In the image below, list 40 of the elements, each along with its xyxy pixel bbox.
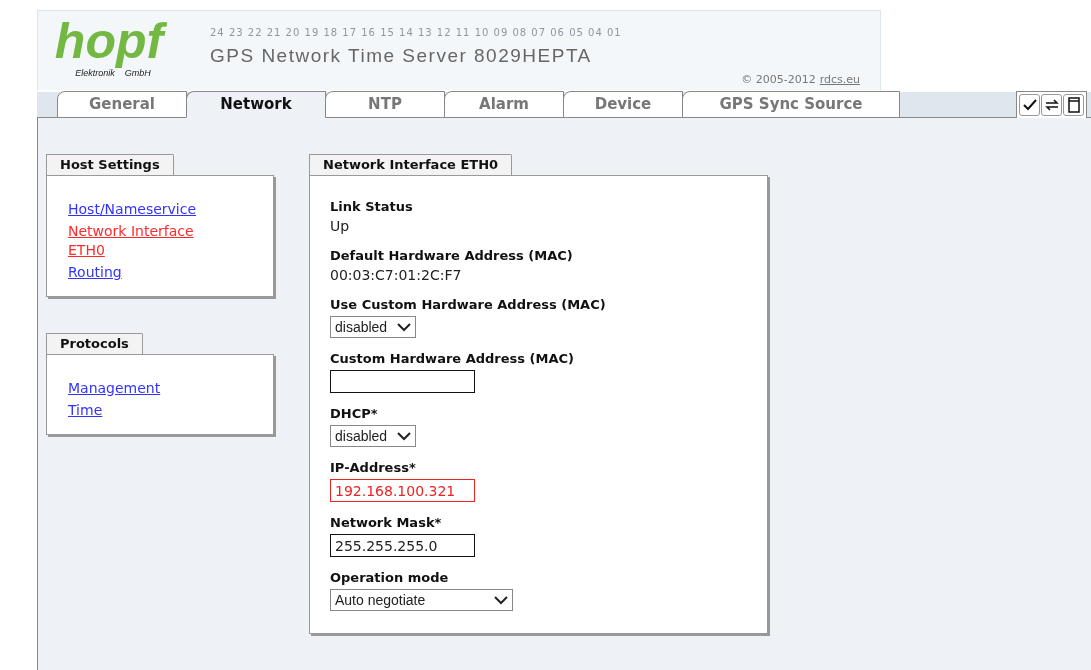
sidebar-link[interactable]: Routing [68,263,218,282]
input-field[interactable]: 192.168.100.321 [330,479,475,502]
field-label: IP-Address* [330,459,416,476]
logo-subtitle: GmbH [124,68,151,80]
sidebar-link[interactable]: Time [68,401,218,420]
input-field[interactable] [330,370,475,393]
background-scale: 24 23 22 21 20 19 18 17 16 15 14 13 12 11 10 09 08 07 06 05 04 01 [210,27,622,39]
select-dropdown[interactable]: Auto negotiate [330,589,513,611]
field-label: Operation mode [330,569,449,586]
rdcs-link[interactable]: rdcs.eu [819,71,860,88]
check-button[interactable] [1019,94,1040,116]
sidebar-link[interactable]: Management [68,379,218,398]
page-button[interactable] [1063,94,1084,116]
field-label: Default Hardware Address (MAC) [330,247,573,264]
field-label: Link Status [330,198,413,215]
field-value: 00:03:C7:01:2C:F7 [330,267,462,284]
chevron-down-icon [397,322,411,332]
nav-tab[interactable]: Alarm [444,91,564,118]
chevron-down-icon [494,595,508,605]
field-label: Network Mask* [330,514,442,531]
select-dropdown[interactable]: disabled [330,425,416,447]
select-dropdown[interactable]: disabled [330,316,416,338]
logo-wordmark: hopf [52,15,174,67]
field-value: Up [330,218,350,235]
swap-arrows-button[interactable] [1041,94,1062,116]
field-label: Use Custom Hardware Address (MAC) [330,296,606,313]
field-label: Custom Hardware Address (MAC) [330,350,574,367]
nav-tab[interactable]: Device [563,91,683,118]
field-label: DHCP* [330,405,378,422]
input-field[interactable]: 255.255.255.0 [330,534,475,557]
sidebar-link[interactable]: Network Interface ETH0 [68,222,218,260]
nav-tab[interactable]: Network [186,91,326,118]
copyright-text: © 2005-2012 [741,71,816,88]
nav-tab[interactable]: NTP [325,91,445,118]
nav-tab[interactable]: General [57,91,187,118]
nav-tab[interactable]: GPS Sync Source [682,91,900,118]
sidebar-link[interactable]: Host/Nameservice [68,200,218,219]
product-title: GPS Network Time Server 8029HEPTA [210,44,593,68]
chevron-down-icon [397,431,411,441]
logo-subtitle: Elektronik [75,68,115,80]
